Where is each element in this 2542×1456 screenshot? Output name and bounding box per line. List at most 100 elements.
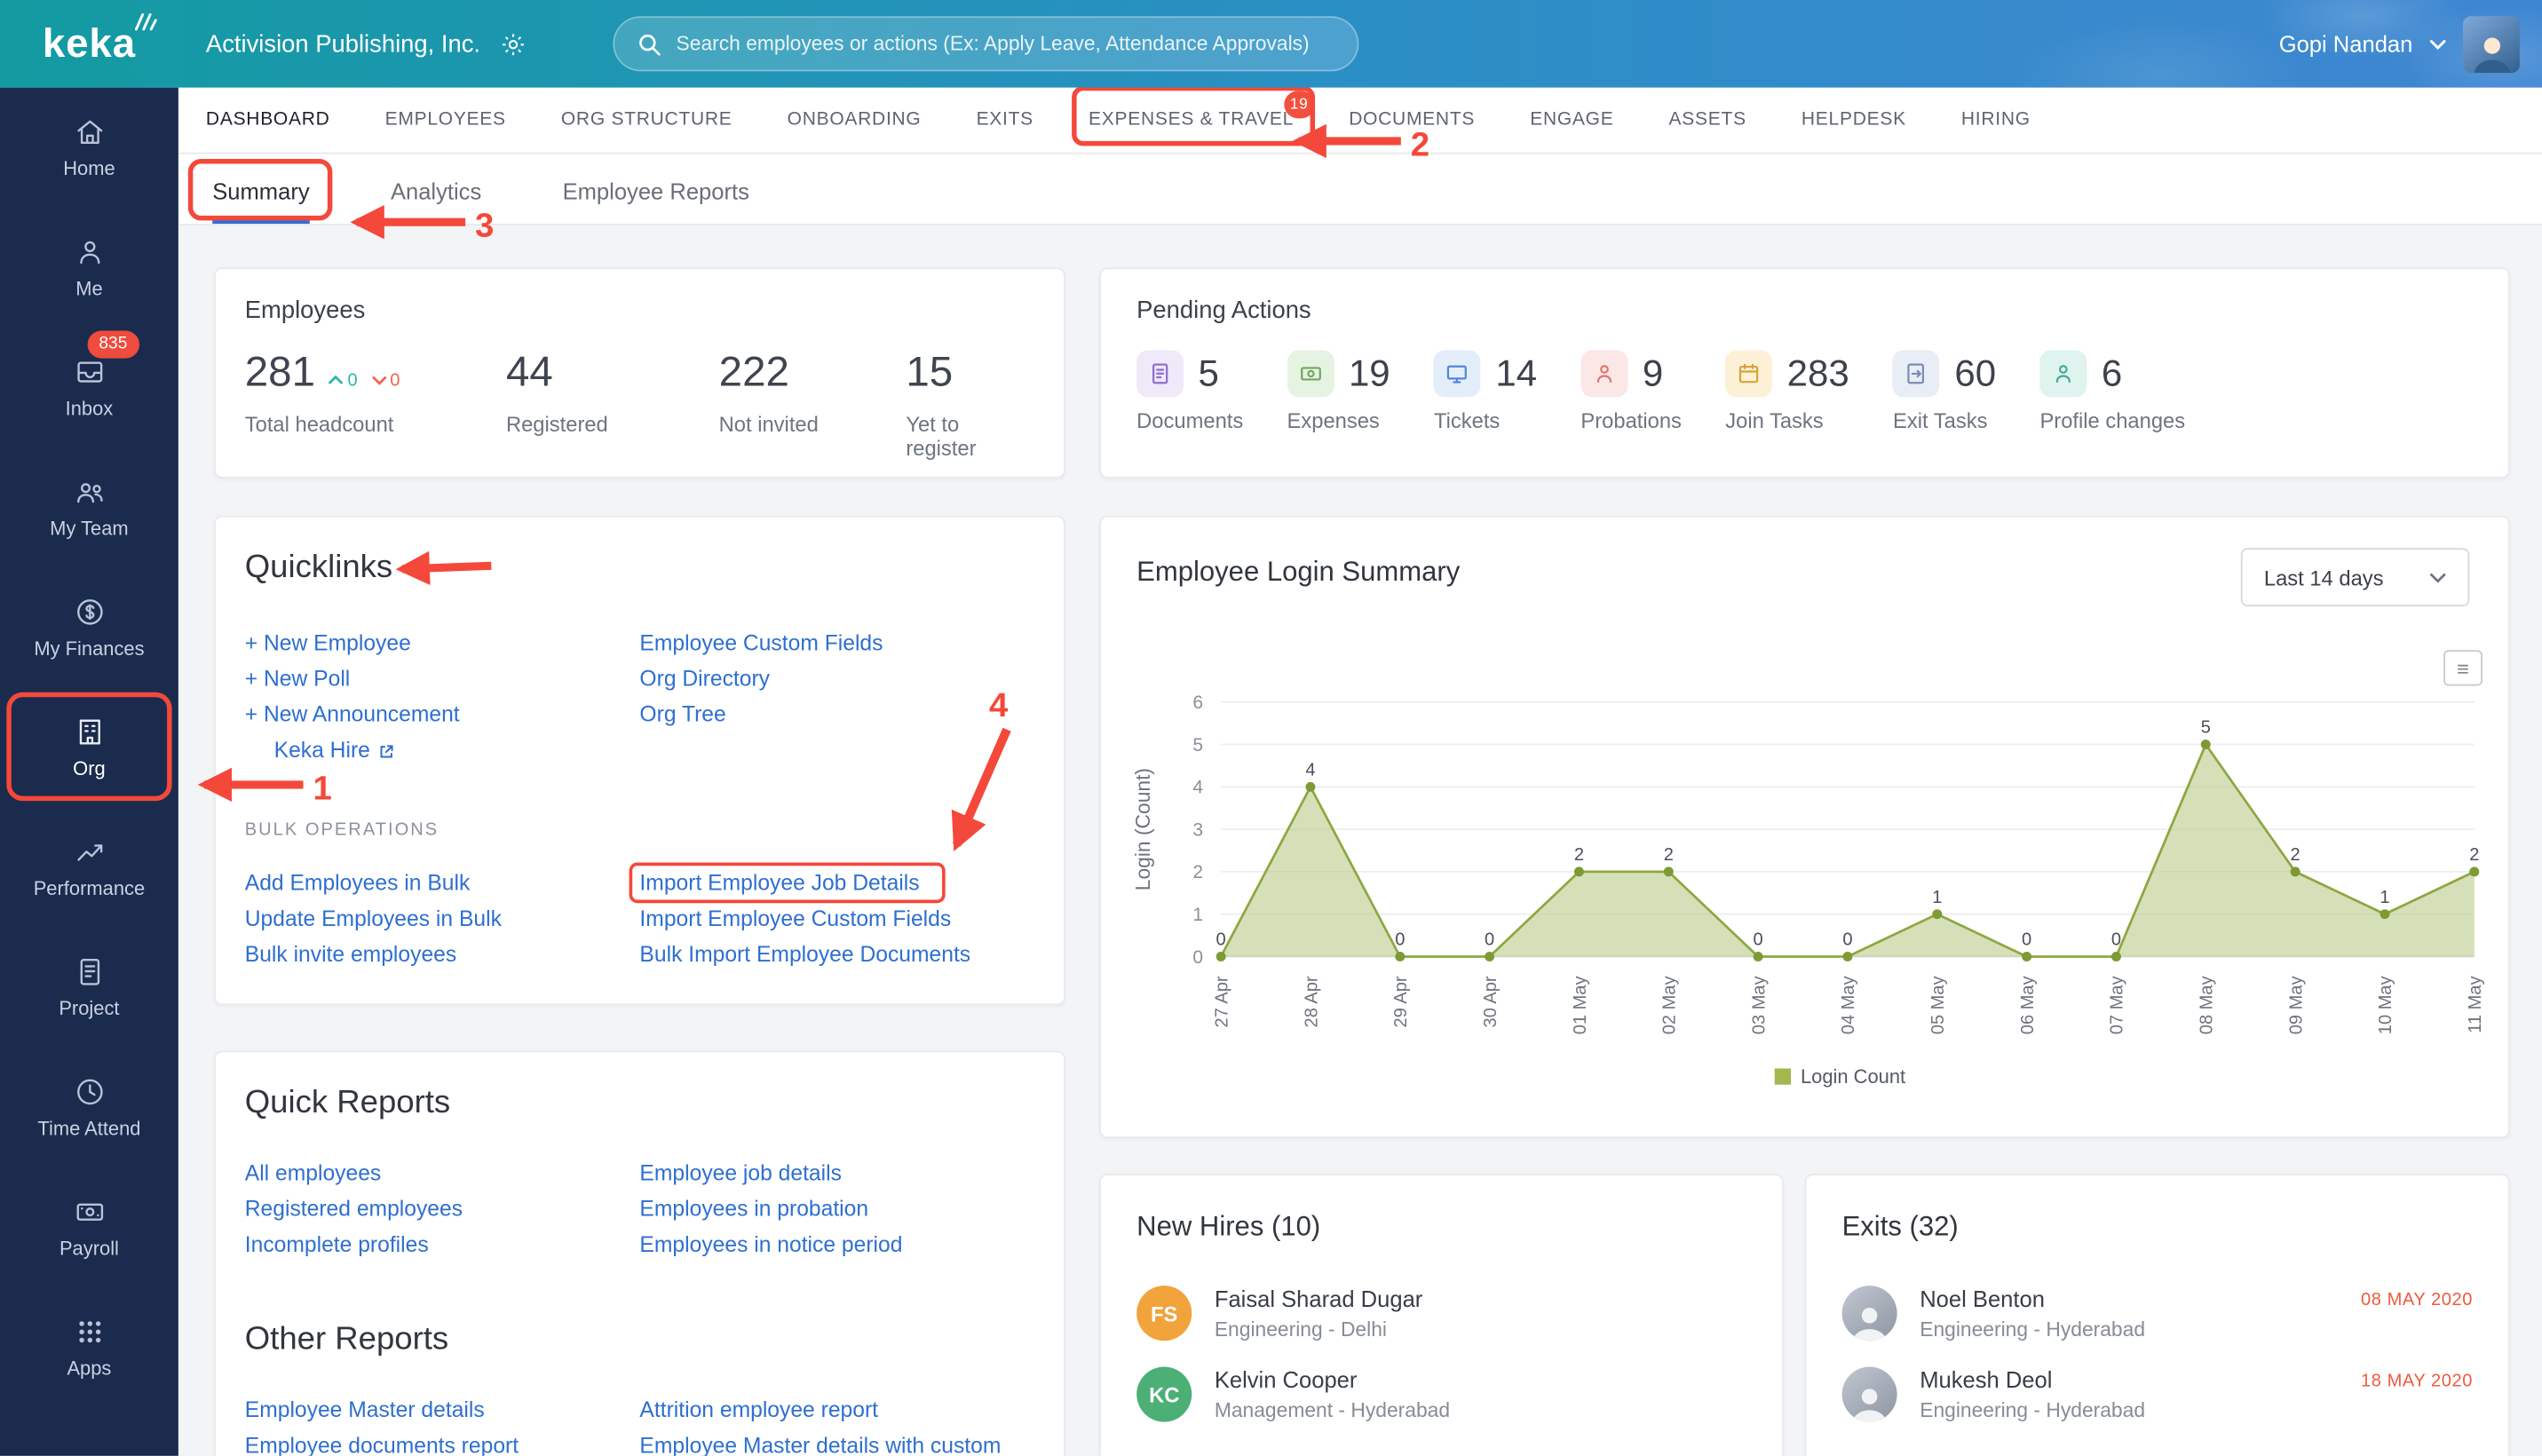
search-input[interactable] <box>676 32 1334 56</box>
payroll-money-icon <box>72 1195 106 1229</box>
sidebar-item-performance[interactable]: Performance <box>0 807 178 927</box>
link-employee-documents-report[interactable]: Employee documents report <box>245 1428 519 1456</box>
pending-exit-tasks[interactable]: 60 Exit Tasks <box>1893 350 1996 433</box>
svg-text:2: 2 <box>1664 845 1674 865</box>
tab-org-structure[interactable]: ORG STRUCTURE <box>561 110 733 130</box>
exit-date: 18 MAY 2020 <box>2361 1371 2473 1391</box>
user-name: Gopi Nandan <box>2278 30 2413 57</box>
exit-row[interactable]: Mukesh Deol Engineering - Hyderabad 18 M… <box>1841 1366 2473 1422</box>
tab-expenses-travel[interactable]: EXPENSES & TRAVEL 19 <box>1072 85 1315 146</box>
tab-documents[interactable]: DOCUMENTS <box>1349 110 1475 130</box>
link-employee-custom-fields[interactable]: Employee Custom Fields <box>639 626 883 661</box>
tab-helpdesk[interactable]: HELPDESK <box>1802 110 1906 130</box>
svg-text:1: 1 <box>1192 905 1203 925</box>
tab-engage[interactable]: ENGAGE <box>1530 110 1613 130</box>
svg-text:0: 0 <box>1192 947 1203 968</box>
exit-row[interactable]: Noel Benton Engineering - Hyderabad 08 M… <box>1841 1286 2473 1341</box>
finances-icon <box>72 595 106 629</box>
settings-gear-icon[interactable] <box>500 30 527 58</box>
keka-logo[interactable]: keka <box>43 12 157 64</box>
expense-icon <box>1287 350 1334 398</box>
person-icon <box>72 235 106 269</box>
link-new-poll[interactable]: + New Poll <box>245 661 351 697</box>
tab-employees[interactable]: EMPLOYEES <box>385 110 506 130</box>
new-hires-card: New Hires (10) FS Faisal Sharad Dugar En… <box>1099 1174 1784 1456</box>
link-new-announcement[interactable]: + New Announcement <box>245 697 460 732</box>
link-employee-job-details[interactable]: Employee job details <box>639 1156 842 1191</box>
sidebar-item-time-attend[interactable]: Time Attend <box>0 1048 178 1167</box>
svg-text:4: 4 <box>1305 761 1315 780</box>
tab-hiring[interactable]: HIRING <box>1961 110 2031 130</box>
link-update-employees-in-bulk[interactable]: Update Employees in Bulk <box>245 901 502 937</box>
pending-actions-card: Pending Actions 5 Documents 19 Expenses … <box>1099 267 2510 479</box>
exit-date: 08 MAY 2020 <box>2361 1290 2473 1310</box>
pending-expenses[interactable]: 19 Expenses <box>1287 350 1390 433</box>
sidebar-item-project[interactable]: Project <box>0 928 178 1048</box>
link-employees-in-probation[interactable]: Employees in probation <box>639 1191 868 1227</box>
link-org-tree[interactable]: Org Tree <box>639 697 725 732</box>
pending-tickets[interactable]: 14 Tickets <box>1433 350 1537 433</box>
svg-text:1: 1 <box>1932 888 1942 907</box>
pending-join-tasks[interactable]: 283 Join Tasks <box>1725 350 1849 433</box>
link-bulk-import-employee-documents[interactable]: Bulk Import Employee Documents <box>639 938 970 973</box>
sidebar-item-org[interactable]: Org <box>0 687 178 807</box>
link-bulk-invite-employees[interactable]: Bulk invite employees <box>245 938 456 973</box>
trend-down: 0 <box>370 370 400 390</box>
subtab-summary[interactable]: Summary <box>187 158 332 225</box>
link-org-directory[interactable]: Org Directory <box>639 661 770 697</box>
subtab-analytics[interactable]: Analytics <box>391 178 481 224</box>
link-attrition-employee-report[interactable]: Attrition employee report <box>639 1393 878 1428</box>
exits-title: Exits (32) <box>1841 1211 1959 1242</box>
svg-text:0: 0 <box>1754 930 1763 950</box>
quicklinks-title: Quicklinks <box>244 550 393 586</box>
link-add-employees-in-bulk[interactable]: Add Employees in Bulk <box>245 866 471 901</box>
link-new-employee[interactable]: + New Employee <box>245 626 411 661</box>
performance-chart-icon <box>72 835 106 868</box>
ticket-icon <box>1433 350 1481 398</box>
pending-profile-changes[interactable]: 6 Profile changes <box>2039 350 2185 433</box>
logo-block: keka <box>0 0 178 88</box>
user-menu[interactable]: Gopi Nandan <box>2279 0 2520 88</box>
svg-text:2: 2 <box>2291 845 2300 865</box>
svg-text:05 May: 05 May <box>1928 976 1948 1034</box>
user-avatar[interactable] <box>2462 15 2520 73</box>
svg-text:3: 3 <box>1192 819 1203 840</box>
link-employees-in-notice-period[interactable]: Employees in notice period <box>639 1227 902 1262</box>
join-task-calendar-icon <box>1725 350 1773 398</box>
range-selector[interactable]: Last 14 days <box>2241 548 2470 606</box>
link-registered-employees[interactable]: Registered employees <box>245 1191 463 1227</box>
tab-exits[interactable]: EXITS <box>977 110 1033 130</box>
sidebar-item-apps[interactable]: Apps <box>0 1287 178 1407</box>
sidebar-item-inbox[interactable]: 835 Inbox <box>0 328 178 447</box>
link-employee-master-details[interactable]: Employee Master details <box>245 1393 485 1428</box>
svg-text:0: 0 <box>1842 930 1852 950</box>
pending-probations[interactable]: 9 Probations <box>1580 350 1682 433</box>
new-hire-row[interactable]: FS Faisal Sharad Dugar Engineering - Del… <box>1136 1286 1746 1341</box>
link-keka-hire[interactable]: Keka Hire <box>274 732 370 768</box>
tab-dashboard[interactable]: DASHBOARD <box>206 110 330 130</box>
svg-text:04 May: 04 May <box>1839 976 1858 1034</box>
new-hire-row[interactable]: KC Kelvin Cooper Management - Hyderabad <box>1136 1366 1746 1422</box>
tab-assets[interactable]: ASSETS <box>1669 110 1746 130</box>
link-incomplete-profiles[interactable]: Incomplete profiles <box>245 1227 429 1262</box>
svg-text:2: 2 <box>1574 845 1584 865</box>
exit-task-icon <box>1893 350 1940 398</box>
svg-text:0: 0 <box>2111 930 2121 950</box>
chevron-down-icon <box>2429 38 2447 50</box>
pending-documents[interactable]: 5 Documents <box>1136 350 1243 433</box>
link-import-employee-job-details[interactable]: Import Employee Job Details <box>628 862 945 904</box>
subtab-employee-reports[interactable]: Employee Reports <box>563 178 749 224</box>
sidebar-item-payroll[interactable]: Payroll <box>0 1167 178 1287</box>
inbox-icon <box>72 355 106 389</box>
sidebar-item-my-finances[interactable]: My Finances <box>0 567 178 687</box>
sidebar-item-me[interactable]: Me <box>0 208 178 328</box>
sidebar-item-home[interactable]: Home <box>0 88 178 208</box>
svg-text:11 May: 11 May <box>2466 976 2485 1033</box>
link-employee-master-details-custom[interactable]: Employee Master details with custom <box>639 1428 1001 1456</box>
link-all-employees[interactable]: All employees <box>245 1156 381 1191</box>
tab-onboarding[interactable]: ONBOARDING <box>788 110 922 130</box>
sidebar-item-my-team[interactable]: My Team <box>0 447 178 567</box>
stat-registered: 44 Registered <box>505 346 608 437</box>
svg-text:03 May: 03 May <box>1749 976 1769 1034</box>
link-import-employee-custom-fields[interactable]: Import Employee Custom Fields <box>639 901 951 937</box>
